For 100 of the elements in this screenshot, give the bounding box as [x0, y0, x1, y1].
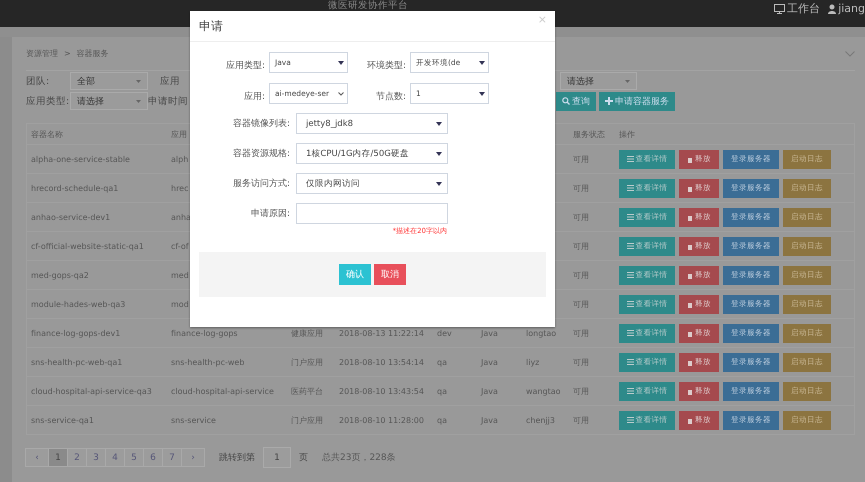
dialog-title: 申请 — [199, 18, 223, 34]
table-cell: cloud-hospital-api-service-qa3 — [31, 386, 152, 396]
filter-select[interactable]: 请选择 — [560, 72, 637, 90]
table-cell: liyz — [526, 358, 540, 366]
table-cell: sns-service — [171, 416, 216, 424]
user-menu[interactable]: jiang — [828, 2, 865, 15]
plus-icon — [605, 97, 613, 105]
select-field[interactable]: 1核CPU/1G内存/50G硬盘 — [296, 143, 448, 164]
column-header: 服务状态 — [573, 128, 605, 140]
table-cell: wangtao — [526, 386, 561, 396]
table-cell: Java — [481, 386, 498, 396]
trash-icon — [687, 242, 693, 250]
field-label: 容器资源规格: — [232, 148, 291, 160]
table-cell: cf-official-website-static-qa1 — [31, 242, 144, 250]
table-cell: 可用 — [573, 298, 589, 310]
filter-label: 应用 — [160, 74, 180, 88]
next-page-button[interactable]: › — [181, 448, 205, 467]
chevron-down-icon[interactable] — [845, 50, 855, 56]
table-cell: chenjj3 — [526, 416, 555, 424]
caret-icon — [436, 180, 442, 186]
user-icon — [828, 4, 836, 14]
list-icon — [626, 301, 634, 307]
table-cell: 可用 — [573, 212, 589, 222]
list-icon — [626, 417, 634, 423]
page-button[interactable]: 5 — [124, 448, 144, 467]
table-cell: 2018-08-10 11:28:00 — [339, 416, 424, 424]
table-cell: 可用 — [573, 154, 589, 164]
table-cell: 门户应用 — [291, 356, 323, 368]
field-label: 节点数: — [374, 90, 407, 103]
apply-button[interactable]: 申请容器服务 — [599, 92, 675, 110]
breadcrumb-link[interactable]: 资源管理 — [26, 48, 58, 59]
caret-icon — [436, 120, 442, 126]
table-cell: 2018-08-10 13:43:54 — [339, 386, 424, 396]
field-label: 应用类型: — [224, 60, 266, 72]
page-button[interactable]: 4 — [105, 448, 125, 467]
table-cell: dev — [437, 328, 452, 338]
page-button[interactable]: 1 — [48, 448, 68, 467]
page-button[interactable]: 2 — [67, 448, 87, 467]
table-cell: sns-health-pc-web — [171, 358, 244, 366]
page-button[interactable]: 7 — [162, 448, 182, 467]
page-input[interactable]: 1 — [263, 447, 291, 468]
list-icon — [626, 156, 634, 162]
field-label: 应用: — [242, 90, 266, 103]
list-icon — [626, 185, 634, 191]
search-icon — [562, 97, 570, 105]
list-icon — [626, 359, 634, 365]
caret-icon — [136, 80, 141, 82]
workbench-link[interactable]: 工作台 — [774, 1, 820, 16]
table-cell: anhao-service-dev1 — [31, 212, 110, 222]
trash-icon — [687, 330, 693, 336]
cancel-button[interactable]: 取消 — [374, 264, 406, 285]
table-cell: 可用 — [573, 386, 589, 396]
filter-label: 申请时间 — [148, 94, 188, 108]
page-button[interactable]: 6 — [143, 448, 163, 467]
select-field[interactable]: 仅限内网访问 — [296, 173, 448, 194]
trash-icon — [687, 358, 693, 366]
table-cell: qa — [437, 416, 447, 424]
previous-page-button[interactable]: ‹ — [25, 448, 49, 467]
team-select[interactable]: 全部 — [70, 72, 148, 90]
table-cell: 可用 — [573, 414, 589, 426]
jump-label: 跳转到第 — [219, 452, 255, 464]
table-cell: 可用 — [573, 328, 589, 338]
search-button[interactable]: 查询 — [556, 92, 596, 110]
breadcrumb-separator: > — [64, 49, 71, 58]
table-cell: 健康应用 — [291, 328, 323, 338]
column-header: 容器名称 — [31, 128, 63, 140]
caret-icon — [136, 100, 141, 102]
trash-icon — [687, 272, 693, 278]
reason-input[interactable] — [296, 203, 448, 224]
table-cell: 可用 — [573, 182, 589, 194]
table-cell: Java — [481, 416, 498, 424]
table-cell: cloud-hospital-api-service — [171, 386, 274, 396]
table-cell: finance-log-gops — [171, 328, 238, 338]
table-cell: module-hades-web-qa3 — [31, 300, 126, 308]
total-count: 总共23页，228条 — [322, 452, 396, 464]
app-type-select[interactable]: 请选择 — [70, 92, 148, 110]
monitor-icon — [774, 4, 786, 14]
table-cell: 可用 — [573, 356, 589, 368]
select-field[interactable]: jetty8_jdk8 — [296, 113, 448, 134]
list-icon — [626, 272, 634, 278]
filter-label: 应用类型: — [26, 94, 70, 108]
trash-icon — [687, 214, 693, 220]
table-cell: longtao — [526, 328, 556, 338]
trash-icon — [687, 416, 693, 424]
caret-icon — [625, 80, 630, 82]
trash-icon — [687, 388, 693, 394]
trash-icon — [687, 300, 693, 308]
table-cell: 可用 — [573, 240, 589, 252]
trash-icon — [687, 184, 693, 192]
table-cell: 门户应用 — [291, 414, 323, 426]
confirm-button[interactable]: 确认 — [339, 264, 371, 285]
page-button[interactable]: 3 — [86, 448, 106, 467]
caret-icon — [436, 150, 442, 156]
field-label: 服务访问方式: — [232, 178, 291, 190]
list-icon — [626, 214, 634, 220]
field-label: 环境类型: — [366, 60, 407, 72]
table-cell: 2018-08-13 11:22:14 — [339, 328, 424, 338]
chevron-icon — [338, 92, 344, 96]
column-header: 操作 — [619, 128, 635, 140]
list-icon — [626, 243, 634, 249]
